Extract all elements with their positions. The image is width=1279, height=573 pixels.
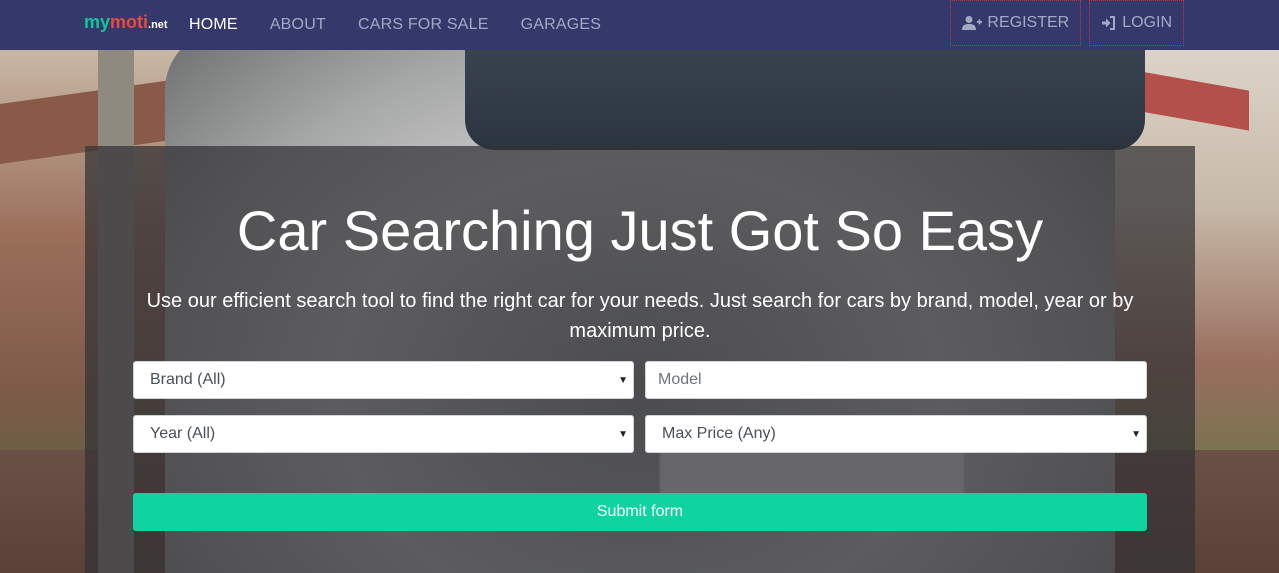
hero-headline: Car Searching Just Got So Easy: [236, 199, 1044, 262]
brand-logo-part3: .net: [148, 19, 168, 31]
model-input[interactable]: Model: [645, 361, 1147, 399]
brand-select-value: Brand (All): [150, 371, 226, 388]
nav-links: HOME ABOUT CARS FOR SALE GARAGES: [189, 0, 633, 50]
year-select[interactable]: Year (All) ▼: [133, 415, 634, 453]
register-label: REGISTER: [987, 14, 1070, 31]
hero-subtext: Use our efficient search tool to find th…: [146, 290, 1134, 342]
nav-link-garages[interactable]: GARAGES: [521, 16, 602, 34]
brand-logo-part2: moti: [110, 12, 149, 32]
model-input-placeholder: Model: [658, 371, 702, 388]
login-label: LOGIN: [1122, 14, 1172, 31]
year-select-value: Year (All): [150, 425, 216, 442]
caret-down-icon: ▼: [618, 375, 628, 386]
brand-select[interactable]: Brand (All) ▼: [133, 361, 634, 399]
sign-in-icon: [1102, 16, 1116, 30]
max-price-select[interactable]: Max Price (Any) ▼: [645, 415, 1147, 453]
register-button[interactable]: REGISTER: [950, 0, 1082, 46]
caret-down-icon: ▼: [1131, 429, 1141, 440]
caret-down-icon: ▼: [618, 429, 628, 440]
nav-link-about[interactable]: ABOUT: [270, 16, 326, 34]
nav-link-home[interactable]: HOME: [189, 16, 238, 34]
login-button[interactable]: LOGIN: [1089, 0, 1184, 46]
search-panel: Car Searching Just Got So Easy Use our e…: [85, 146, 1195, 573]
user-plus-icon: [962, 16, 983, 30]
nav-auth: REGISTER LOGIN: [942, 0, 1184, 46]
submit-button[interactable]: Submit form: [133, 493, 1147, 531]
max-price-select-value: Max Price (Any): [662, 425, 776, 442]
brand-logo[interactable]: mymoti.net: [84, 12, 168, 33]
top-navbar: mymoti.net HOME ABOUT CARS FOR SALE GARA…: [0, 0, 1279, 50]
brand-logo-part1: my: [84, 12, 111, 32]
nav-link-cars-for-sale[interactable]: CARS FOR SALE: [358, 16, 489, 34]
background-car-windshield: [465, 50, 1145, 150]
